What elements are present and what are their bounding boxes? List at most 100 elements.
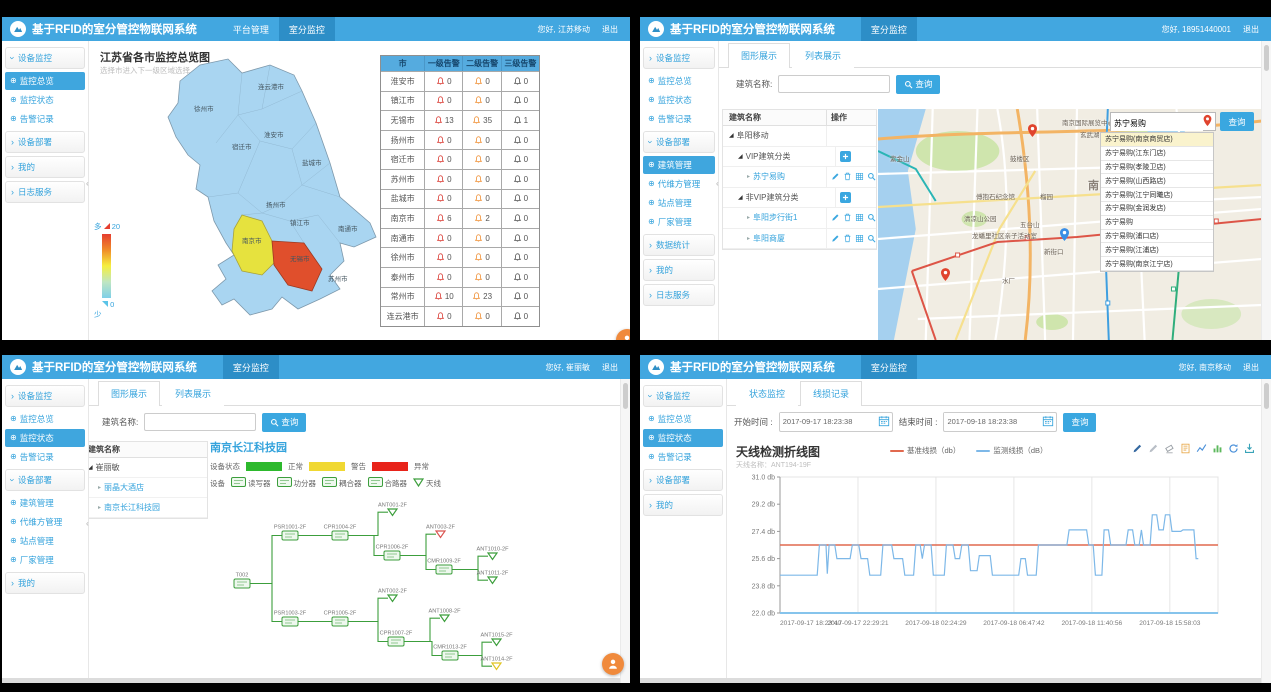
tree-node-label[interactable]: 阜阳步行街1 xyxy=(753,212,797,223)
query-button[interactable]: 查询 xyxy=(1063,413,1096,432)
edit-icon[interactable] xyxy=(831,213,840,222)
tree-node-label[interactable]: 南京长江科技园 xyxy=(104,502,160,513)
expand-icon[interactable]: ▸ xyxy=(747,235,750,242)
search-button[interactable]: 查询 xyxy=(262,413,306,432)
sidebar-item[interactable]: ⊕站点管理 xyxy=(643,194,715,212)
sidebar-group[interactable]: ›设备部署 xyxy=(5,131,85,153)
data-view-icon[interactable] xyxy=(1180,443,1191,454)
expand-icon[interactable]: ▸ xyxy=(98,484,101,491)
delete-icon[interactable] xyxy=(843,172,852,181)
map-search-input[interactable] xyxy=(1111,116,1203,131)
topnav-item[interactable]: 室分监控 xyxy=(861,17,917,41)
expand-icon[interactable]: ▸ xyxy=(98,504,101,511)
sidebar-item[interactable]: ⊕告警记录 xyxy=(5,110,85,128)
expand-icon[interactable]: ▸ xyxy=(747,214,750,221)
topnav-item[interactable]: 室分监控 xyxy=(861,355,917,379)
sidebar-item[interactable]: ⊕建筑管理 xyxy=(643,156,715,174)
sidebar-collapse-handle[interactable]: ‹ xyxy=(716,179,719,188)
logout-link[interactable]: 退出 xyxy=(1243,362,1259,373)
end-time-input[interactable] xyxy=(944,413,1042,429)
refresh-icon[interactable] xyxy=(1228,443,1239,454)
start-time-input[interactable] xyxy=(780,413,878,429)
line-chart-icon[interactable] xyxy=(1196,443,1207,454)
sidebar-item[interactable]: ⊕监控总览 xyxy=(643,72,715,90)
sidebar-item[interactable]: ⊕站点管理 xyxy=(5,532,85,550)
map-search-button[interactable]: 查询 xyxy=(1220,112,1254,131)
edit-icon[interactable] xyxy=(1148,443,1159,454)
sidebar-item[interactable]: ⊕代维方管理 xyxy=(5,513,85,531)
list-icon[interactable] xyxy=(855,172,864,181)
sidebar-group[interactable]: ›我的 xyxy=(643,259,715,281)
sidebar-group[interactable]: ›日志服务 xyxy=(643,284,715,306)
logout-link[interactable]: 退出 xyxy=(602,362,618,373)
search-button[interactable]: 查询 xyxy=(896,75,940,94)
legend-item[interactable]: 监测线损（dB） xyxy=(976,445,1047,456)
sidebar-item[interactable]: ⊕监控状态 xyxy=(643,91,715,109)
blue-pin[interactable] xyxy=(1057,227,1072,242)
calendar-icon[interactable] xyxy=(1042,415,1054,427)
save-image-icon[interactable] xyxy=(1244,443,1255,454)
scrollbar-thumb[interactable] xyxy=(623,383,628,409)
search-result-item[interactable]: 苏宁易购(江浦店) xyxy=(1101,243,1213,257)
add-button[interactable] xyxy=(840,151,851,162)
eraser-icon[interactable] xyxy=(1164,443,1175,454)
mark-line-icon[interactable] xyxy=(1132,443,1143,454)
tab-active[interactable]: 线损记录 xyxy=(800,381,862,406)
sidebar-item[interactable]: ⊕代维方管理 xyxy=(643,175,715,193)
search-result-item[interactable]: 苏宁易购(江宁同曦店) xyxy=(1101,188,1213,202)
sidebar-item[interactable]: ⊕监控总览 xyxy=(5,72,85,90)
scrollbar[interactable] xyxy=(1261,379,1271,683)
search-result-item[interactable]: 苏宁易购(孝陵卫店) xyxy=(1101,161,1213,175)
delete-icon[interactable] xyxy=(843,213,852,222)
sidebar-group[interactable]: ›我的 xyxy=(5,156,85,178)
sidebar-item[interactable]: ⊕监控状态 xyxy=(5,91,85,109)
sidebar-group[interactable]: ›设备监控 xyxy=(5,385,85,407)
scrollbar-thumb[interactable] xyxy=(1264,45,1269,71)
legend-item[interactable]: 基准线损（db） xyxy=(890,445,960,456)
search-result-item[interactable]: 苏宁易购(南京商贸店) xyxy=(1101,133,1213,147)
search-result-item[interactable]: 苏宁易购(浦口店) xyxy=(1101,230,1213,244)
sidebar-item[interactable]: ⊕监控总览 xyxy=(5,410,85,428)
tree-node-label[interactable]: VIP建筑分类 xyxy=(746,151,791,162)
topnav-item[interactable]: 室分监控 xyxy=(279,17,335,41)
sidebar-item[interactable]: ⊕厂家管理 xyxy=(643,213,715,231)
topnav-item[interactable]: 平台管理 xyxy=(223,17,279,41)
tree-node-label[interactable]: 崔丽敏 xyxy=(96,462,120,473)
tree-node-label[interactable]: 阜阳移动 xyxy=(737,130,769,141)
collapse-icon[interactable]: ◢ xyxy=(738,194,743,201)
tree-node-label[interactable]: 丽晶大酒店 xyxy=(104,482,144,493)
tab-active[interactable]: 图形展示 xyxy=(728,43,790,68)
jiangsu-province-map[interactable]: 徐州市连云港市宿迁市淮安市盐城市扬州市镇江市南京市南通市无锡市苏州市 xyxy=(142,45,382,333)
building-name-input[interactable] xyxy=(144,413,256,431)
topnav-item[interactable]: 室分监控 xyxy=(223,355,279,379)
search-result-item[interactable]: 苏宁易购(南京江宁店) xyxy=(1101,257,1213,271)
list-icon[interactable] xyxy=(855,234,864,243)
sidebar-item[interactable]: ⊕监控状态 xyxy=(5,429,85,447)
search-result-item[interactable]: 苏宁易购(江东门店) xyxy=(1101,147,1213,161)
search-icon[interactable] xyxy=(867,234,876,243)
tab-active[interactable]: 图形展示 xyxy=(98,381,160,406)
add-button[interactable] xyxy=(840,192,851,203)
tab-inactive[interactable]: 列表展示 xyxy=(792,43,854,68)
sidebar-item[interactable]: ⊕告警记录 xyxy=(643,110,715,128)
calendar-icon[interactable] xyxy=(878,415,890,427)
sidebar-group[interactable]: ›我的 xyxy=(5,572,85,594)
tab-inactive[interactable]: 列表展示 xyxy=(162,381,224,406)
search-result-item[interactable]: 苏宁易购 xyxy=(1101,216,1213,230)
collapse-icon[interactable]: ◢ xyxy=(738,153,743,160)
sidebar-group[interactable]: ›我的 xyxy=(643,494,723,516)
sidebar-group[interactable]: ›设备部署 xyxy=(5,469,85,491)
tab-inactive[interactable]: 状态监控 xyxy=(736,381,798,406)
sidebar-group[interactable]: ›设备部署 xyxy=(643,131,715,153)
list-icon[interactable] xyxy=(855,213,864,222)
sidebar-item[interactable]: ⊕告警记录 xyxy=(5,448,85,466)
search-result-item[interactable]: 苏宁易购(山西路店) xyxy=(1101,174,1213,188)
scrollbar[interactable] xyxy=(1261,41,1271,340)
edit-icon[interactable] xyxy=(831,234,840,243)
bar-chart-icon[interactable] xyxy=(1212,443,1223,454)
red-pin[interactable] xyxy=(1025,123,1040,138)
sidebar-collapse-handle[interactable]: ‹ xyxy=(86,519,89,528)
scrollbar-thumb[interactable] xyxy=(1264,383,1269,409)
building-name-input[interactable] xyxy=(778,75,890,93)
sidebar-group[interactable]: ›数据统计 xyxy=(643,234,715,256)
